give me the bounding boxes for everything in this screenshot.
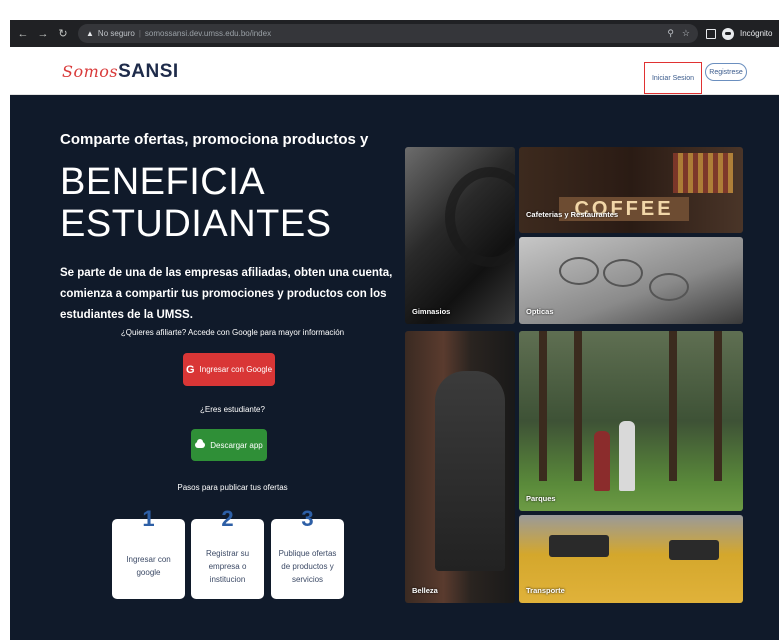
taxi-window-image <box>669 540 719 560</box>
category-tile-beauty[interactable]: Belleza <box>405 331 515 603</box>
side-panel-icon[interactable] <box>706 28 716 39</box>
student-question: ¿Eres estudiante? <box>200 405 265 414</box>
category-tile-optics[interactable]: Opticas <box>519 237 743 324</box>
separator: | <box>138 29 141 38</box>
download-app-button[interactable]: Descargar app <box>191 429 267 461</box>
google-icon: G <box>185 363 195 376</box>
hero-section: Comparte ofertas, promociona productos y… <box>10 95 779 640</box>
back-arrow-icon[interactable]: ← <box>16 27 30 41</box>
logo-brand-text: SANSI <box>118 61 179 82</box>
walker-image <box>594 431 610 491</box>
hero-title: BENEFICIA ESTUDIANTES <box>60 161 332 245</box>
beauty-figure-image <box>435 371 505 571</box>
step-text: Publique ofertas de productos y servicio… <box>278 548 337 584</box>
hero-description: Se parte de una de las empresas afiliada… <box>60 267 393 321</box>
step-text: Registrar su empresa o institucion <box>205 548 250 584</box>
bookmark-star-icon[interactable]: ☆ <box>682 28 690 39</box>
category-tile-cafe[interactable]: COFFEE Cafeterias y Restaurantes <box>519 147 743 233</box>
reload-icon[interactable]: ↻ <box>56 27 70 41</box>
category-label-gym: Gimnasios <box>412 307 451 316</box>
address-bar[interactable]: ▲ No seguro | somossansi.dev.umss.edu.bo… <box>78 24 698 43</box>
category-tile-transport[interactable]: Transporte <box>519 515 743 603</box>
hero-subhead: Comparte ofertas, promociona productos y <box>60 131 369 148</box>
url-text[interactable]: somossansi.dev.umss.edu.bo/index <box>145 29 271 38</box>
step-text: Ingresar con google <box>126 555 171 577</box>
step-card-1: 1 Ingresar con google <box>112 506 185 599</box>
site-header: SomosSANSI Iniciar Sesion Registrese <box>10 47 779 95</box>
step-number: 1 <box>142 506 155 531</box>
glasses-image <box>649 273 689 301</box>
step-card-2: 2 Registrar su empresa o institucion <box>191 506 264 599</box>
tree-image <box>669 331 677 481</box>
site-logo[interactable]: SomosSANSI <box>62 61 179 83</box>
tree-image <box>574 331 582 481</box>
zoom-icon[interactable]: ⚲ <box>667 28 674 39</box>
glasses-image <box>603 259 643 287</box>
category-label-transport: Transporte <box>526 586 565 595</box>
hero-title-line1: BENEFICIA <box>60 161 266 203</box>
warning-icon: ▲ <box>86 29 94 38</box>
step-number: 3 <box>301 506 314 531</box>
cafe-shelf-image <box>673 153 733 193</box>
category-label-parks: Parques <box>526 494 556 503</box>
steps-title: Pasos para publicar tus ofertas <box>177 483 288 492</box>
google-login-label: Ingresar con Google <box>199 365 273 374</box>
forward-arrow-icon[interactable]: → <box>36 27 50 41</box>
hero-title-line2: ESTUDIANTES <box>60 203 332 245</box>
download-app-label: Descargar app <box>210 440 263 450</box>
category-label-beauty: Belleza <box>412 586 438 595</box>
category-label-optics: Opticas <box>526 307 554 316</box>
cloud-download-icon <box>195 439 206 448</box>
browser-toolbar: ← → ↻ ▲ No seguro | somossansi.dev.umss.… <box>10 20 779 47</box>
incognito-icon[interactable] <box>722 27 734 40</box>
glasses-image <box>559 257 599 285</box>
category-tile-parks[interactable]: Parques <box>519 331 743 511</box>
step-number: 2 <box>221 506 234 531</box>
register-button[interactable]: Registrese <box>705 63 747 81</box>
logo-script-text: Somos <box>62 62 119 81</box>
tree-image <box>539 331 547 481</box>
affiliate-question: ¿Quieres afiliarte? Accede con Google pa… <box>120 328 345 337</box>
incognito-label: Incógnito <box>740 29 773 38</box>
category-label-cafe: Cafeterias y Restaurantes <box>526 210 619 219</box>
category-tile-gym[interactable]: Gimnasios <box>405 147 515 324</box>
step-card-3: 3 Publique ofertas de productos y servic… <box>271 506 344 599</box>
login-button[interactable]: Iniciar Sesion <box>644 62 702 94</box>
tree-image <box>714 331 722 481</box>
not-secure-label: No seguro <box>97 29 135 38</box>
google-login-button[interactable]: G Ingresar con Google <box>183 353 275 386</box>
walker-image <box>619 421 635 491</box>
taxi-window-image <box>549 535 609 557</box>
